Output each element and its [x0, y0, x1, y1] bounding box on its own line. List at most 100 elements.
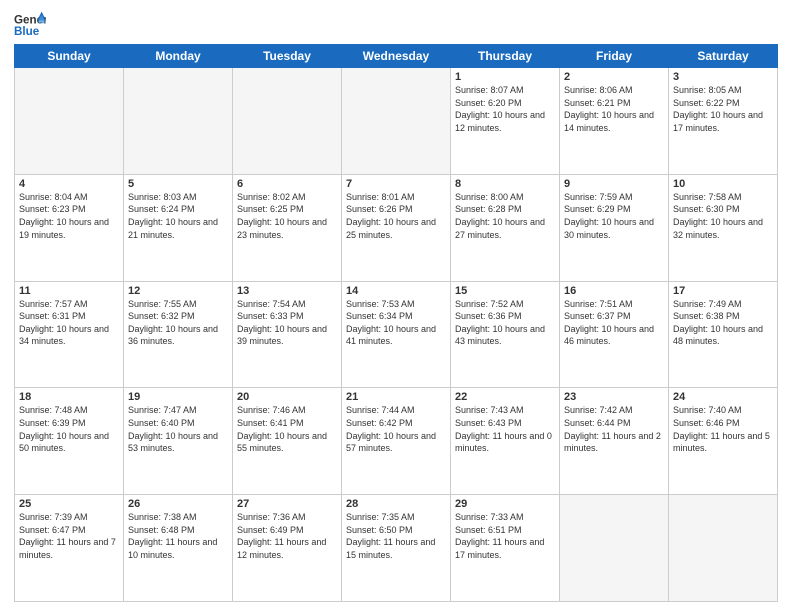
- day-info: Sunrise: 7:38 AMSunset: 6:48 PMDaylight:…: [128, 511, 228, 561]
- weekday-header-monday: Monday: [124, 45, 233, 68]
- day-number: 21: [346, 391, 446, 403]
- day-info: Sunrise: 7:49 AMSunset: 6:38 PMDaylight:…: [673, 298, 773, 348]
- calendar-cell: 2Sunrise: 8:06 AMSunset: 6:21 PMDaylight…: [560, 68, 669, 175]
- day-info: Sunrise: 7:57 AMSunset: 6:31 PMDaylight:…: [19, 298, 119, 348]
- calendar-cell: 26Sunrise: 7:38 AMSunset: 6:48 PMDayligh…: [124, 495, 233, 602]
- day-number: 8: [455, 178, 555, 190]
- day-info: Sunrise: 7:44 AMSunset: 6:42 PMDaylight:…: [346, 404, 446, 454]
- day-number: 5: [128, 178, 228, 190]
- calendar-cell: 16Sunrise: 7:51 AMSunset: 6:37 PMDayligh…: [560, 281, 669, 388]
- day-info: Sunrise: 7:39 AMSunset: 6:47 PMDaylight:…: [19, 511, 119, 561]
- calendar-cell: 15Sunrise: 7:52 AMSunset: 6:36 PMDayligh…: [451, 281, 560, 388]
- day-info: Sunrise: 8:02 AMSunset: 6:25 PMDaylight:…: [237, 191, 337, 241]
- week-row-2: 11Sunrise: 7:57 AMSunset: 6:31 PMDayligh…: [15, 281, 778, 388]
- day-number: 1: [455, 71, 555, 83]
- day-number: 12: [128, 285, 228, 297]
- day-number: 7: [346, 178, 446, 190]
- calendar-cell: [560, 495, 669, 602]
- day-number: 15: [455, 285, 555, 297]
- calendar-cell: 24Sunrise: 7:40 AMSunset: 6:46 PMDayligh…: [669, 388, 778, 495]
- calendar-cell: 29Sunrise: 7:33 AMSunset: 6:51 PMDayligh…: [451, 495, 560, 602]
- day-number: 17: [673, 285, 773, 297]
- day-number: 4: [19, 178, 119, 190]
- day-info: Sunrise: 7:46 AMSunset: 6:41 PMDaylight:…: [237, 404, 337, 454]
- day-info: Sunrise: 8:01 AMSunset: 6:26 PMDaylight:…: [346, 191, 446, 241]
- svg-text:Blue: Blue: [14, 25, 40, 38]
- day-info: Sunrise: 7:40 AMSunset: 6:46 PMDaylight:…: [673, 404, 773, 454]
- day-number: 24: [673, 391, 773, 403]
- calendar-cell: 5Sunrise: 8:03 AMSunset: 6:24 PMDaylight…: [124, 174, 233, 281]
- day-info: Sunrise: 7:33 AMSunset: 6:51 PMDaylight:…: [455, 511, 555, 561]
- weekday-header-friday: Friday: [560, 45, 669, 68]
- weekday-header-row: SundayMondayTuesdayWednesdayThursdayFrid…: [15, 45, 778, 68]
- calendar-cell: 8Sunrise: 8:00 AMSunset: 6:28 PMDaylight…: [451, 174, 560, 281]
- day-number: 19: [128, 391, 228, 403]
- calendar-cell: [15, 68, 124, 175]
- day-number: 6: [237, 178, 337, 190]
- calendar-cell: [233, 68, 342, 175]
- day-number: 10: [673, 178, 773, 190]
- day-number: 9: [564, 178, 664, 190]
- day-info: Sunrise: 8:05 AMSunset: 6:22 PMDaylight:…: [673, 84, 773, 134]
- calendar-table: SundayMondayTuesdayWednesdayThursdayFrid…: [14, 44, 778, 602]
- calendar-cell: 19Sunrise: 7:47 AMSunset: 6:40 PMDayligh…: [124, 388, 233, 495]
- day-info: Sunrise: 7:36 AMSunset: 6:49 PMDaylight:…: [237, 511, 337, 561]
- calendar-cell: [342, 68, 451, 175]
- day-info: Sunrise: 8:07 AMSunset: 6:20 PMDaylight:…: [455, 84, 555, 134]
- day-number: 16: [564, 285, 664, 297]
- calendar-cell: 27Sunrise: 7:36 AMSunset: 6:49 PMDayligh…: [233, 495, 342, 602]
- calendar-cell: 28Sunrise: 7:35 AMSunset: 6:50 PMDayligh…: [342, 495, 451, 602]
- generalblue-logo-icon: General Blue: [14, 10, 46, 38]
- day-info: Sunrise: 7:55 AMSunset: 6:32 PMDaylight:…: [128, 298, 228, 348]
- calendar-cell: 25Sunrise: 7:39 AMSunset: 6:47 PMDayligh…: [15, 495, 124, 602]
- weekday-header-sunday: Sunday: [15, 45, 124, 68]
- day-info: Sunrise: 7:53 AMSunset: 6:34 PMDaylight:…: [346, 298, 446, 348]
- calendar-cell: 23Sunrise: 7:42 AMSunset: 6:44 PMDayligh…: [560, 388, 669, 495]
- day-info: Sunrise: 8:06 AMSunset: 6:21 PMDaylight:…: [564, 84, 664, 134]
- day-number: 27: [237, 498, 337, 510]
- weekday-header-thursday: Thursday: [451, 45, 560, 68]
- calendar-cell: 14Sunrise: 7:53 AMSunset: 6:34 PMDayligh…: [342, 281, 451, 388]
- calendar-cell: 6Sunrise: 8:02 AMSunset: 6:25 PMDaylight…: [233, 174, 342, 281]
- calendar-cell: [669, 495, 778, 602]
- calendar-cell: 21Sunrise: 7:44 AMSunset: 6:42 PMDayligh…: [342, 388, 451, 495]
- day-number: 18: [19, 391, 119, 403]
- day-number: 14: [346, 285, 446, 297]
- calendar-cell: 13Sunrise: 7:54 AMSunset: 6:33 PMDayligh…: [233, 281, 342, 388]
- day-info: Sunrise: 7:59 AMSunset: 6:29 PMDaylight:…: [564, 191, 664, 241]
- calendar-cell: 22Sunrise: 7:43 AMSunset: 6:43 PMDayligh…: [451, 388, 560, 495]
- calendar-cell: 10Sunrise: 7:58 AMSunset: 6:30 PMDayligh…: [669, 174, 778, 281]
- week-row-3: 18Sunrise: 7:48 AMSunset: 6:39 PMDayligh…: [15, 388, 778, 495]
- calendar-cell: 11Sunrise: 7:57 AMSunset: 6:31 PMDayligh…: [15, 281, 124, 388]
- header: General Blue: [14, 10, 778, 38]
- weekday-header-wednesday: Wednesday: [342, 45, 451, 68]
- calendar-cell: 1Sunrise: 8:07 AMSunset: 6:20 PMDaylight…: [451, 68, 560, 175]
- day-info: Sunrise: 8:03 AMSunset: 6:24 PMDaylight:…: [128, 191, 228, 241]
- day-number: 25: [19, 498, 119, 510]
- calendar-cell: [124, 68, 233, 175]
- day-number: 22: [455, 391, 555, 403]
- day-number: 29: [455, 498, 555, 510]
- logo: General Blue: [14, 10, 46, 38]
- day-info: Sunrise: 7:58 AMSunset: 6:30 PMDaylight:…: [673, 191, 773, 241]
- day-number: 28: [346, 498, 446, 510]
- calendar-cell: 4Sunrise: 8:04 AMSunset: 6:23 PMDaylight…: [15, 174, 124, 281]
- day-info: Sunrise: 8:04 AMSunset: 6:23 PMDaylight:…: [19, 191, 119, 241]
- week-row-0: 1Sunrise: 8:07 AMSunset: 6:20 PMDaylight…: [15, 68, 778, 175]
- day-info: Sunrise: 7:54 AMSunset: 6:33 PMDaylight:…: [237, 298, 337, 348]
- day-number: 3: [673, 71, 773, 83]
- week-row-1: 4Sunrise: 8:04 AMSunset: 6:23 PMDaylight…: [15, 174, 778, 281]
- day-number: 11: [19, 285, 119, 297]
- day-info: Sunrise: 7:35 AMSunset: 6:50 PMDaylight:…: [346, 511, 446, 561]
- calendar-cell: 18Sunrise: 7:48 AMSunset: 6:39 PMDayligh…: [15, 388, 124, 495]
- day-number: 13: [237, 285, 337, 297]
- day-number: 20: [237, 391, 337, 403]
- day-info: Sunrise: 7:47 AMSunset: 6:40 PMDaylight:…: [128, 404, 228, 454]
- weekday-header-tuesday: Tuesday: [233, 45, 342, 68]
- calendar-cell: 20Sunrise: 7:46 AMSunset: 6:41 PMDayligh…: [233, 388, 342, 495]
- day-info: Sunrise: 7:42 AMSunset: 6:44 PMDaylight:…: [564, 404, 664, 454]
- week-row-4: 25Sunrise: 7:39 AMSunset: 6:47 PMDayligh…: [15, 495, 778, 602]
- day-info: Sunrise: 8:00 AMSunset: 6:28 PMDaylight:…: [455, 191, 555, 241]
- calendar-cell: 12Sunrise: 7:55 AMSunset: 6:32 PMDayligh…: [124, 281, 233, 388]
- day-info: Sunrise: 7:51 AMSunset: 6:37 PMDaylight:…: [564, 298, 664, 348]
